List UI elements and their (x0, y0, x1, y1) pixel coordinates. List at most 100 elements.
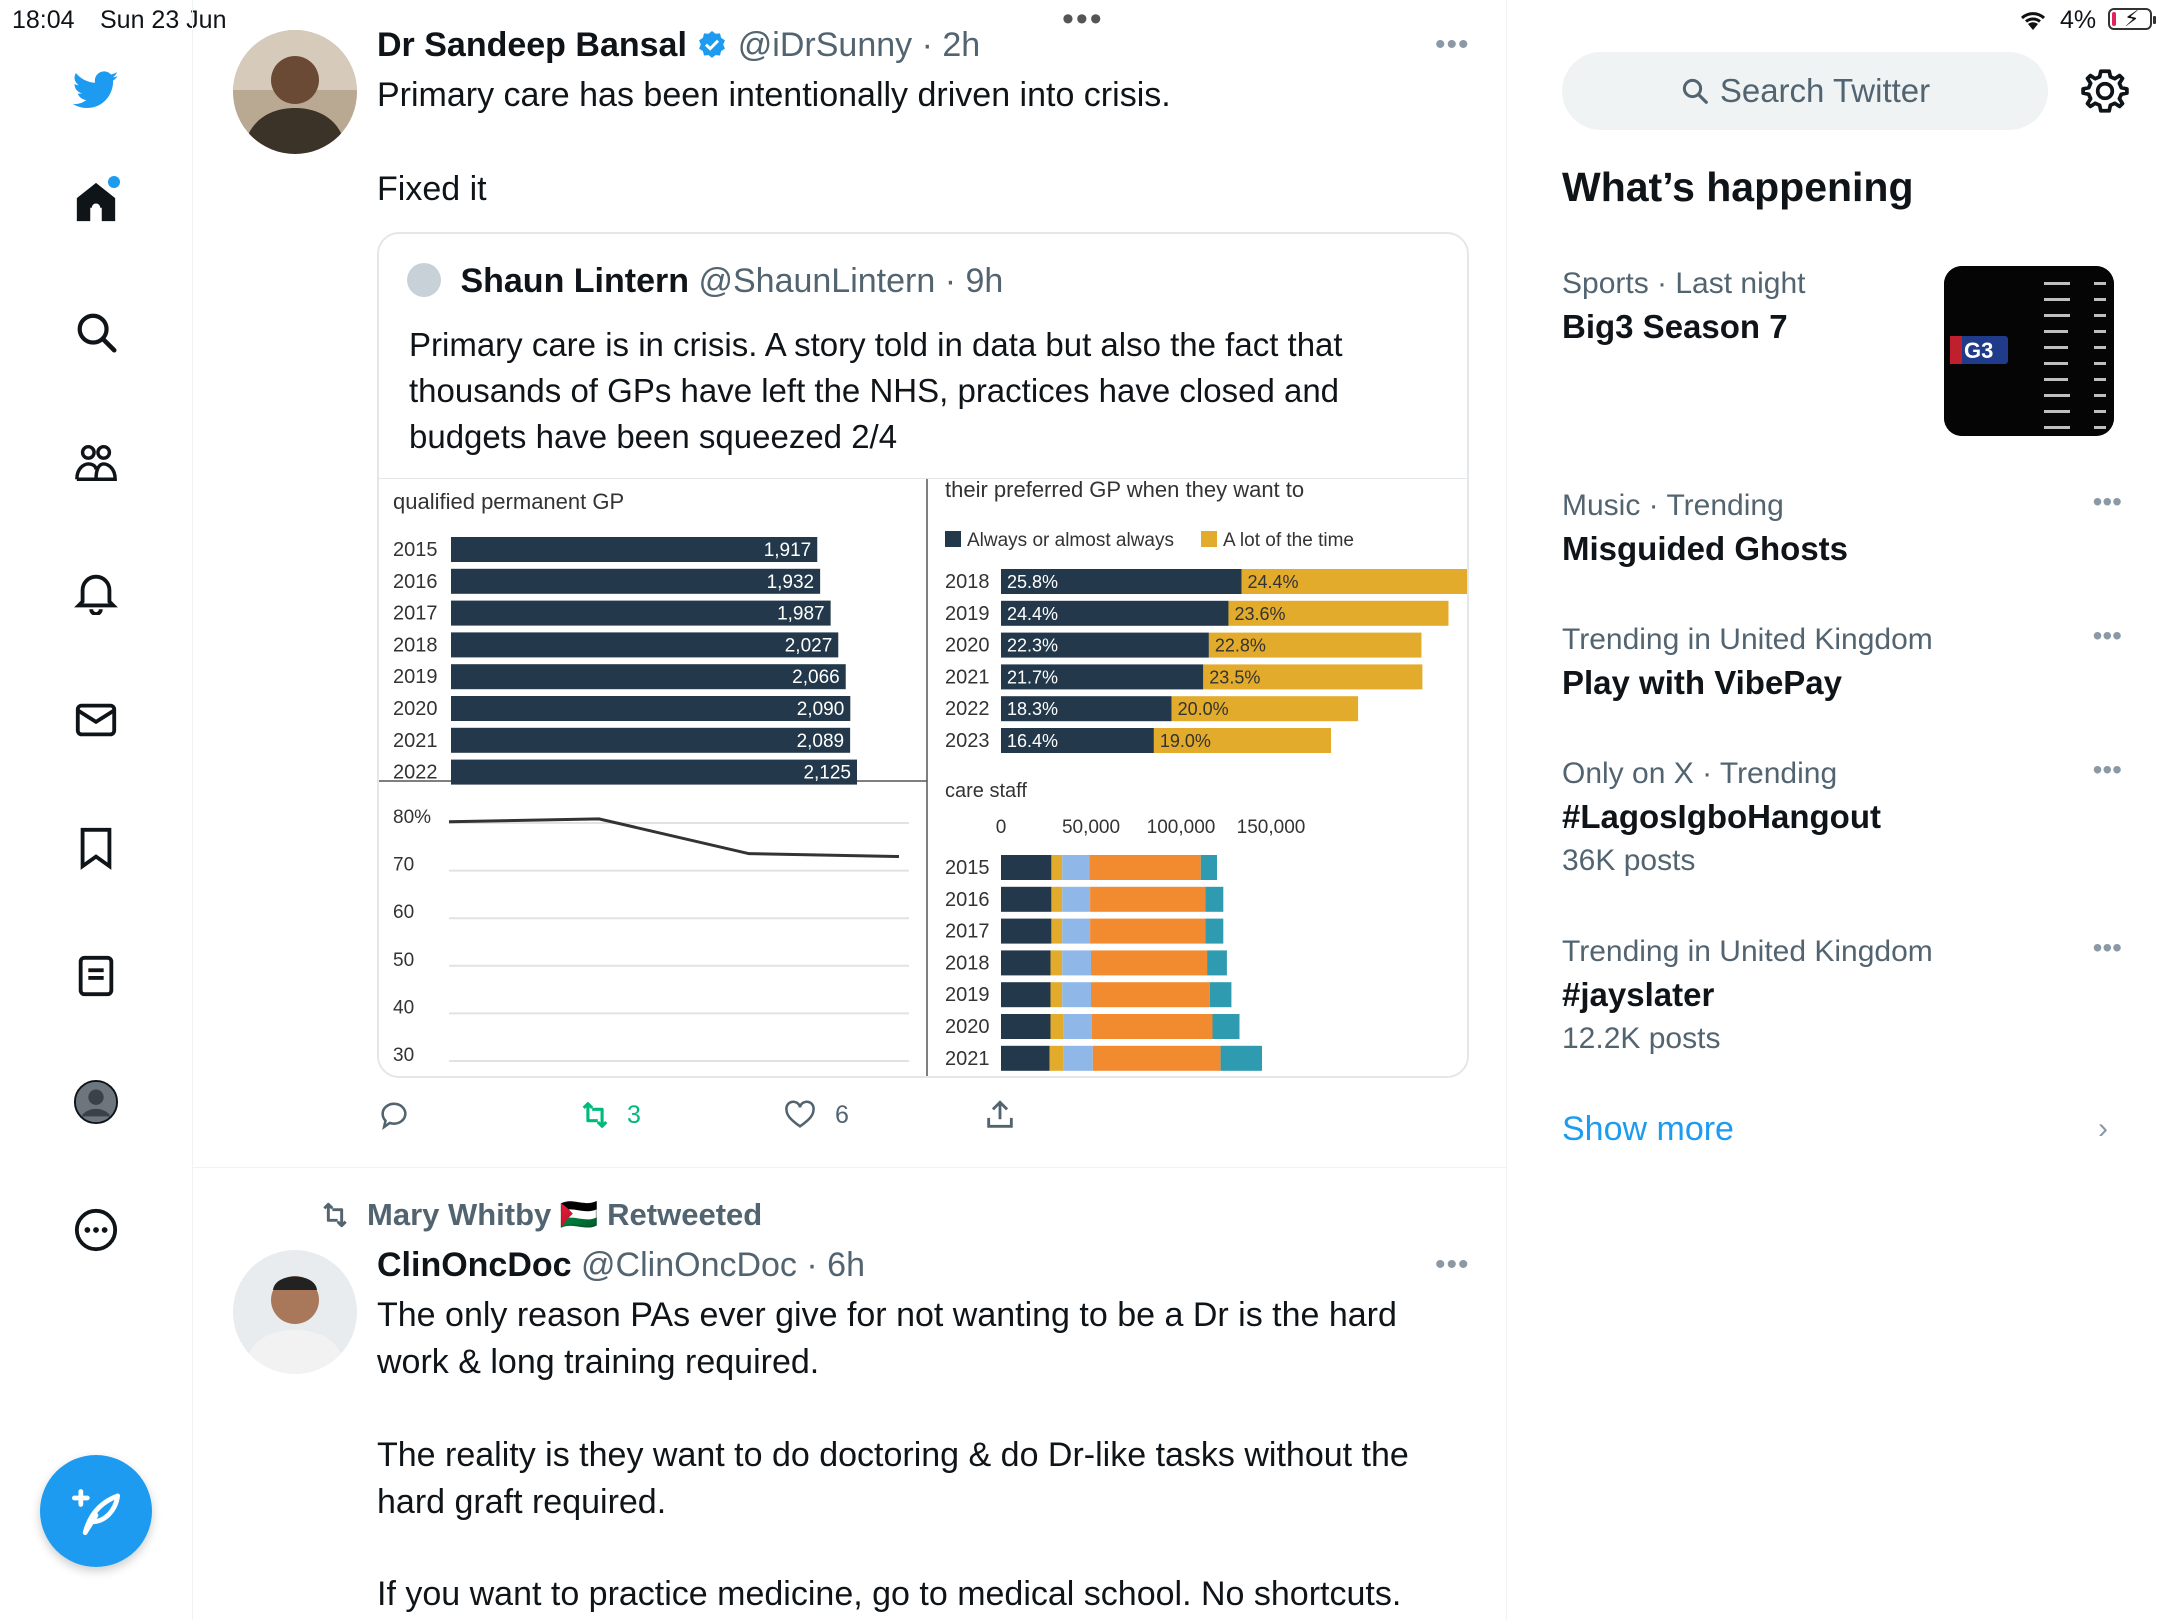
category-label: 2021 (393, 730, 438, 752)
bar-segment (1050, 1014, 1064, 1039)
author-handle[interactable]: @iDrSunny (738, 26, 912, 64)
bar-segment (1001, 918, 1052, 944)
notifications-bell-icon[interactable] (66, 562, 126, 622)
bar-segment (1051, 855, 1063, 880)
search-input[interactable]: Search Twitter (1562, 52, 2048, 130)
bar-segment (1063, 1045, 1093, 1071)
tweet-text-line: The reality is they want to do doctoring… (377, 1436, 1409, 1474)
tweet-more-icon[interactable]: ••• (1435, 1248, 1470, 1282)
tweet[interactable]: Dr Sandeep Bansal @iDrSunny · 2h ••• Pri… (193, 0, 1506, 1168)
trend-meta: Trending in United Kingdom (1562, 935, 1933, 968)
explore-search-icon[interactable] (66, 302, 126, 362)
data-label: 2,090 (797, 699, 845, 720)
show-more-link[interactable]: Show more (1562, 1110, 1734, 1149)
bar-segment (1091, 1014, 1213, 1039)
quoted-tweet[interactable]: Shaun Lintern @ShaunLintern · 9h Primary… (377, 232, 1469, 1078)
y-tick-label: 70 (393, 855, 414, 876)
bar-segment (1001, 950, 1051, 976)
twitter-bird-icon[interactable] (66, 60, 126, 120)
bar (451, 632, 839, 658)
trend-more-icon[interactable]: ••• (2093, 932, 2122, 964)
author-name[interactable]: Dr Sandeep Bansal (377, 26, 687, 64)
settings-gear-icon[interactable] (2080, 66, 2130, 116)
bar-segment (1062, 886, 1091, 912)
tweet-text-line: Fixed it (377, 170, 487, 208)
reply-button[interactable] (377, 1098, 411, 1132)
bar-segment (1050, 950, 1063, 976)
legend-swatch (945, 531, 961, 547)
data-label: 22.3% (1007, 636, 1058, 656)
trend-item[interactable]: Trending in United Kingdom #jayslater 12… (1562, 932, 2122, 1060)
bar (451, 759, 857, 785)
bar-segment (1051, 918, 1063, 944)
trend-item[interactable]: Music · Trending Misguided Ghosts ••• (1562, 486, 2122, 572)
category-label: 2021 (945, 666, 990, 688)
tweet-text-line: work & long training required. (377, 1343, 820, 1381)
bar (451, 537, 818, 562)
chart-title: qualified permanent GP (393, 489, 624, 514)
trend-item[interactable]: Only on X · Trending #LagosIgboHangout 3… (1562, 754, 2122, 882)
retweeter-name[interactable]: Mary Whitby (367, 1197, 551, 1232)
data-label: 16.4% (1007, 731, 1058, 751)
category-label: 2015 (393, 539, 438, 561)
data-label: 2,066 (792, 667, 840, 688)
bar-segment (1207, 950, 1227, 976)
category-label: 2019 (393, 666, 438, 688)
share-button[interactable] (983, 1098, 1017, 1132)
category-label: 2019 (945, 984, 990, 1006)
data-label: 25.8% (1007, 572, 1058, 592)
messages-envelope-icon[interactable] (66, 690, 126, 750)
trend-more-icon[interactable]: ••• (2093, 754, 2122, 786)
quoted-author-handle: @ShaunLintern (698, 262, 936, 300)
big3-thumbnail[interactable]: G3 (1944, 266, 2114, 436)
tweet-time[interactable]: · 6h (806, 1246, 865, 1284)
trend-item[interactable]: Trending in United Kingdom Play with Vib… (1562, 620, 2122, 706)
data-label: 1,932 (767, 572, 815, 593)
quoted-tweet-text: Primary care is in crisis. A story told … (409, 326, 1343, 455)
bar (451, 696, 851, 721)
bar-segment (1212, 1014, 1240, 1039)
bar (451, 568, 821, 594)
retweet-button[interactable]: 3 (577, 1098, 641, 1132)
trend-more-icon[interactable]: ••• (2093, 486, 2122, 518)
bookmarks-icon[interactable] (66, 818, 126, 878)
quoted-tweet-media[interactable]: qualified permanent GP 2015 1,917 2016 1,932… (379, 477, 1467, 1076)
profile-avatar-icon[interactable] (66, 1072, 126, 1132)
trend-meta: Music · Trending (1562, 489, 1784, 522)
tweet-time[interactable]: · 2h (922, 26, 981, 64)
bar-segment (1062, 950, 1091, 976)
author-avatar[interactable] (233, 30, 357, 154)
like-button[interactable]: 6 (783, 1098, 849, 1132)
x-tick-label: 0 (996, 817, 1007, 838)
bar-segment (1001, 886, 1052, 912)
x-tick-label: 100,000 (1147, 817, 1216, 838)
tweet[interactable]: Mary Whitby 🇵🇸 Retweeted ClinOncDoc @Cli… (193, 1170, 1506, 1620)
author-name[interactable]: ClinOncDoc (377, 1246, 572, 1284)
chart-title: care staff (945, 780, 1027, 802)
bar-segment (1205, 886, 1224, 912)
trend-more-icon[interactable]: ••• (2093, 620, 2122, 652)
author-avatar[interactable] (233, 1250, 357, 1374)
tweet-more-icon[interactable]: ••• (1435, 28, 1470, 62)
x-tick-label: 150,000 (1237, 817, 1306, 838)
compose-post-button[interactable] (40, 1455, 152, 1567)
lists-icon[interactable] (66, 946, 126, 1006)
share-icon (987, 1100, 1013, 1128)
search-placeholder: Search Twitter (1719, 72, 1931, 109)
bar-segment (1062, 982, 1091, 1008)
author-handle[interactable]: @ClinOncDoc (581, 1246, 797, 1284)
home-icon[interactable] (66, 172, 126, 232)
category-label: 2018 (945, 952, 990, 974)
category-label: 2015 (945, 857, 990, 879)
bar-segment (1089, 855, 1201, 880)
quoted-author-avatar (407, 263, 441, 297)
communities-icon[interactable] (66, 432, 126, 492)
legend-label: A lot of the time (1223, 530, 1354, 551)
bar-segment (1090, 886, 1206, 912)
more-options-icon[interactable] (66, 1200, 126, 1260)
legend-label: Always or almost always (967, 530, 1174, 551)
retweet-small-icon (323, 1202, 347, 1228)
trend-name: #jayslater (1562, 976, 1715, 1013)
bar-segment (1205, 918, 1224, 944)
category-label: 2018 (945, 571, 990, 593)
